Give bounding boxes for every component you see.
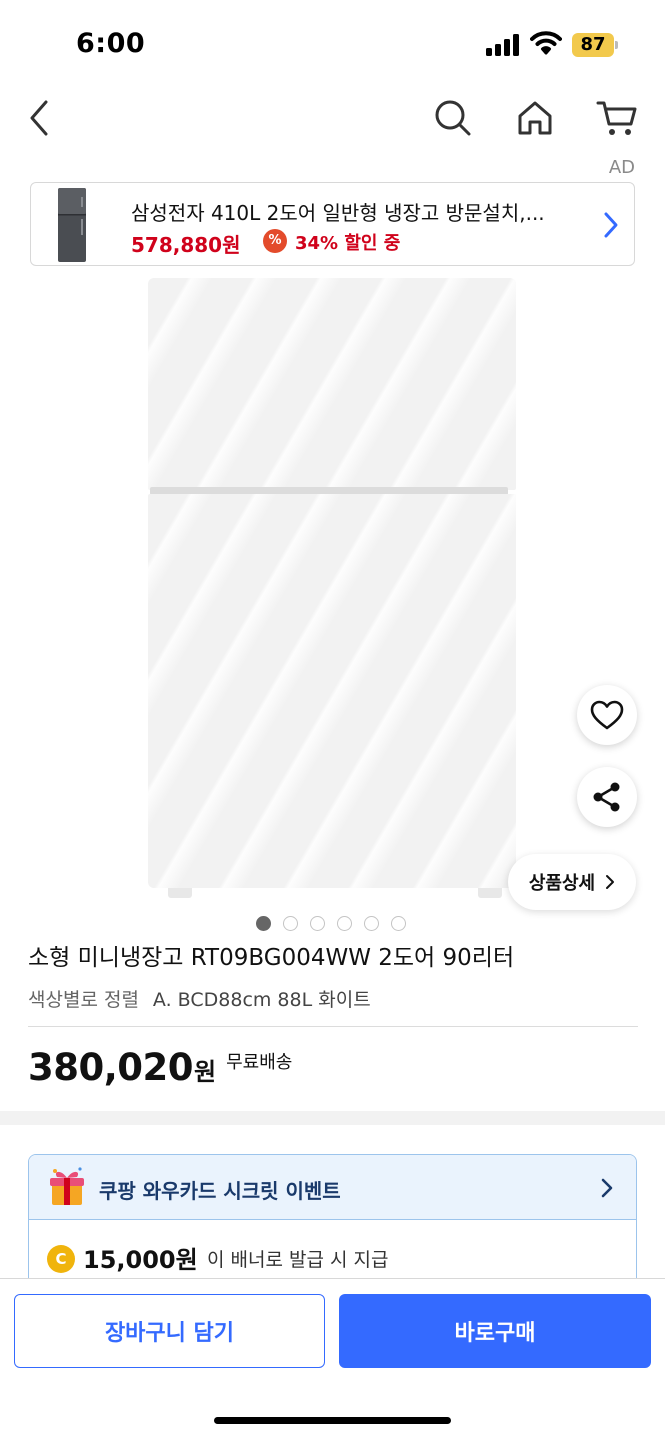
carousel-dot[interactable] — [364, 916, 379, 931]
battery-level: 87 — [580, 34, 606, 55]
carousel-dot[interactable] — [337, 916, 352, 931]
status-time: 6:00 — [76, 28, 146, 59]
option-label: 색상별로 정렬 — [28, 989, 139, 1011]
discount-badge-icon: % — [263, 229, 287, 253]
ad-label: AD — [608, 157, 635, 178]
price-row: 380,020 원 무료배송 — [28, 1046, 292, 1089]
home-icon[interactable] — [513, 96, 557, 140]
back-icon[interactable] — [18, 96, 62, 140]
heart-icon — [590, 700, 624, 730]
product-image-carousel[interactable] — [0, 268, 665, 938]
top-nav — [0, 88, 665, 150]
add-to-cart-button[interactable]: 장바구니 담기 — [14, 1294, 325, 1368]
share-icon — [593, 782, 620, 812]
buy-now-button[interactable]: 바로구매 — [339, 1294, 651, 1368]
cellular-signal-icon — [486, 34, 522, 56]
ad-title: 삼성전자 410L 2도어 일반형 냉장고 방문설치,... — [131, 201, 545, 225]
product-price: 380,020 — [28, 1046, 194, 1089]
event-amount: 15,000원 — [83, 1246, 198, 1274]
search-icon[interactable] — [431, 96, 475, 140]
event-note: 이 배너로 발급 시 지급 — [207, 1249, 389, 1271]
bottom-action-bar: 장바구니 담기 바로구매 — [0, 1278, 665, 1440]
coin-icon: C — [47, 1245, 75, 1273]
divider — [28, 1026, 638, 1027]
ad-discount: 34% 할인 중 — [295, 233, 401, 254]
battery-icon: 87 — [572, 33, 618, 57]
shipping-label: 무료배송 — [226, 1052, 293, 1073]
product-detail-button[interactable]: 상품상세 — [508, 854, 636, 910]
section-divider — [0, 1111, 665, 1125]
status-bar: 6:00 87 — [0, 0, 665, 88]
ad-product-image — [55, 187, 89, 263]
ad-banner[interactable]: 삼성전자 410L 2도어 일반형 냉장고 방문설치,... 578,880원 … — [30, 182, 635, 266]
chevron-right-icon — [606, 875, 615, 889]
option-row[interactable]: 색상별로 정렬 A. BCD88cm 88L 화이트 — [28, 985, 371, 1012]
wifi-icon — [530, 30, 562, 60]
cart-icon[interactable] — [595, 96, 639, 140]
price-currency: 원 — [194, 1058, 217, 1086]
home-indicator[interactable] — [214, 1417, 451, 1424]
carousel-dot[interactable] — [310, 916, 325, 931]
chevron-right-icon — [600, 1177, 614, 1203]
option-value: A. BCD88cm 88L 화이트 — [152, 989, 371, 1011]
share-button[interactable] — [577, 767, 637, 827]
product-title: 소형 미니냉장고 RT09BG004WW 2도어 90리터 — [28, 945, 515, 971]
chevron-right-icon — [602, 210, 620, 244]
event-title: 쿠팡 와우카드 시크릿 이벤트 — [99, 1179, 341, 1203]
carousel-dot[interactable] — [256, 916, 271, 931]
product-image — [148, 278, 516, 490]
product-detail-label: 상품상세 — [528, 873, 596, 894]
ad-price: 578,880원 — [131, 233, 241, 257]
event-header[interactable]: 쿠팡 와우카드 시크릿 이벤트 — [29, 1155, 636, 1220]
carousel-dot[interactable] — [391, 916, 406, 931]
gift-icon — [47, 1165, 87, 1213]
carousel-dot[interactable] — [283, 916, 298, 931]
wishlist-button[interactable] — [577, 685, 637, 745]
carousel-dots — [256, 916, 406, 931]
